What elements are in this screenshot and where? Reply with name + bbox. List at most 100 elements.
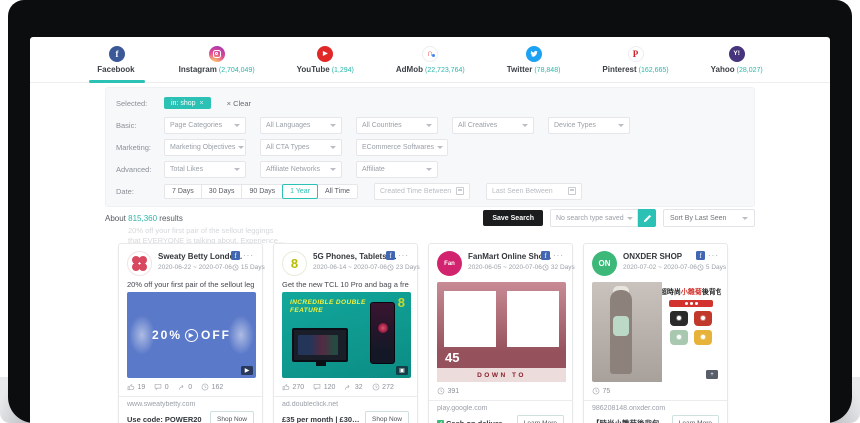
ad-duration: 15 Days (232, 264, 265, 271)
advanced-label: Advanced: (116, 165, 164, 174)
network-tabbar: f Facebook Instagram(2,704,049) ▶ YouTub… (30, 37, 830, 83)
advertiser-avatar: ON (592, 251, 617, 276)
ad-domain-link[interactable]: www.sweatybetty.com (127, 401, 254, 408)
clock-icon (232, 264, 239, 271)
shoe-photo (507, 291, 559, 347)
date-option-30-days[interactable]: 30 Days (201, 184, 243, 199)
tab-yahoo[interactable]: Y! Yahoo(28,027) (707, 37, 767, 83)
selected-filter-chip[interactable]: in: shop× (164, 97, 211, 109)
shop-now-button[interactable]: Shop Now (365, 411, 409, 423)
select-marketing-objectives[interactable]: Marketing Objectives (164, 139, 246, 156)
tab-label: YouTube(1,294) (297, 65, 354, 74)
last-seen-between-input[interactable]: Last Seen Between (486, 183, 582, 200)
tab-pinterest[interactable]: P Pinterest(162,665) (598, 37, 672, 83)
chevron-down-icon (742, 217, 748, 220)
ad-card: 8 5G Phones, Tablets & SIMs | ... 2020-0… (273, 243, 418, 423)
basic-label: Basic: (116, 121, 164, 130)
date-option-90-days[interactable]: 90 Days (241, 184, 283, 199)
tab-instagram[interactable]: Instagram(2,704,049) (175, 37, 259, 83)
date-option-all-time[interactable]: All Time (317, 184, 358, 199)
video-badge-icon[interactable]: ▶ (241, 366, 253, 375)
card-menu-button[interactable]: ··· (398, 254, 409, 258)
sort-dropdown[interactable]: Sort By Last Seen (663, 209, 755, 227)
select-device-types[interactable]: Device Types (548, 117, 630, 134)
learn-more-button[interactable]: Learn More (517, 415, 564, 423)
card-menu-button[interactable]: ··· (553, 254, 564, 258)
created-time-between-input[interactable]: Created Time Between (374, 183, 470, 200)
clock-icon (372, 383, 380, 391)
ad-text: 20% off your first pair of the sellout l… (127, 280, 254, 289)
admob-icon: ∩ (422, 46, 438, 62)
like-icon (282, 383, 290, 391)
date-option-1-year[interactable]: 1 Year (282, 184, 318, 199)
ad-stats: 75 (592, 387, 719, 395)
tab-label: Twitter(78,848) (507, 65, 561, 74)
card-menu-button[interactable]: ··· (708, 254, 719, 258)
select-total-likes[interactable]: Total Likes (164, 161, 246, 178)
promo-badge (669, 300, 713, 307)
filter-row-selected: Selected: in: shop× × Clear (116, 92, 744, 114)
active-tab-underline (89, 80, 145, 83)
yahoo-icon: Y! (729, 46, 745, 62)
learn-more-button[interactable]: Learn More (672, 415, 719, 423)
like-icon (127, 383, 135, 391)
backpack-red (694, 311, 712, 326)
facebook-source-icon: f (231, 251, 240, 260)
backpack-green (670, 330, 688, 345)
ad-creative-image[interactable]: 超時尚小雛菊後背包 + (592, 282, 721, 382)
date-option-7-days[interactable]: 7 Days (164, 184, 202, 199)
twitter-icon (526, 46, 542, 62)
tab-facebook[interactable]: f Facebook (93, 37, 140, 83)
edit-saved-search-button[interactable] (638, 209, 656, 227)
ad-card-header: Sweaty Betty London | Wom... 2020-06-22 … (127, 251, 254, 276)
chevron-down-icon (426, 168, 432, 171)
date-label: Date: (116, 187, 164, 196)
chevron-down-icon (330, 168, 336, 171)
select-affiliate-networks[interactable]: Affiliate Networks (260, 161, 342, 178)
tab-admob[interactable]: ∩ AdMob(22,723,764) (392, 37, 469, 83)
ad-text: Get the new TCL 10 Pro and bag a free TC… (282, 280, 409, 289)
ad-stats: 270 120 32 272 (282, 383, 409, 391)
select-cta-types[interactable]: All CTA Types (260, 139, 342, 156)
ad-domain-link[interactable]: ad.doubleclick.net (282, 401, 409, 408)
select-page-categories[interactable]: Page Categories (164, 117, 246, 134)
model-photo (592, 282, 662, 382)
ad-creative-image[interactable]: 45 DOWN TO (437, 282, 566, 382)
ad-domain-link[interactable]: play.google.com (437, 405, 564, 412)
select-all-countries[interactable]: All Countries (356, 117, 438, 134)
select-affiliate[interactable]: Affiliate (356, 161, 438, 178)
results-bar: About 815,360 results Save Search No sea… (105, 209, 755, 227)
pinterest-icon: P (628, 46, 644, 62)
card-menu-button[interactable]: ··· (243, 254, 254, 258)
photo-badge-icon[interactable]: ▣ (396, 366, 408, 375)
ad-headline: ✓Cash on delivery ✓Days fr... (437, 419, 513, 423)
chevron-down-icon (330, 124, 336, 127)
save-search-button[interactable]: Save Search (483, 210, 543, 226)
ad-date-range: 2020-07-02 ~ 2020-07-06 (623, 264, 697, 271)
select-ecommerce-softwares[interactable]: ECommerce Softwares (356, 139, 448, 156)
saved-search-dropdown[interactable]: No search type saved (550, 209, 638, 227)
tab-twitter[interactable]: Twitter(78,848) (503, 37, 565, 83)
ad-domain-link[interactable]: 986208148.onxder.com (592, 405, 719, 412)
advertiser-avatar: 8 (282, 251, 307, 276)
results-count: About 815,360 results (105, 214, 183, 223)
chip-remove-icon[interactable]: × (200, 100, 204, 107)
tab-label: Facebook (97, 65, 136, 74)
chevron-down-icon (234, 168, 240, 171)
instagram-icon (209, 46, 225, 62)
clear-filters-button[interactable]: × Clear (227, 99, 251, 108)
ad-date-range: 2020-06-05 ~ 2020-07-06 (468, 264, 542, 271)
filter-row-advanced: Advanced: Total Likes Affiliate Networks… (116, 158, 744, 180)
clock-icon (437, 387, 445, 395)
tab-youtube[interactable]: ▶ YouTube(1,294) (293, 37, 358, 83)
filter-row-marketing: Marketing: Marketing Objectives All CTA … (116, 136, 744, 158)
ad-creative-image[interactable]: 20%▶OFF ▶ (127, 292, 256, 378)
expand-badge-icon[interactable]: + (706, 370, 718, 379)
ad-creative-image[interactable]: INCREDIBLE DOUBLEFEATURE 8 ▣ (282, 292, 411, 378)
select-all-languages[interactable]: All Languages (260, 117, 342, 134)
select-all-creatives[interactable]: All Creatives (452, 117, 534, 134)
shop-now-button[interactable]: Shop Now (210, 411, 254, 423)
chevron-down-icon (330, 146, 336, 149)
ad-stats: 391 (437, 387, 564, 395)
ad-date-range: 2020-06-14 ~ 2020-07-06 (313, 264, 387, 271)
